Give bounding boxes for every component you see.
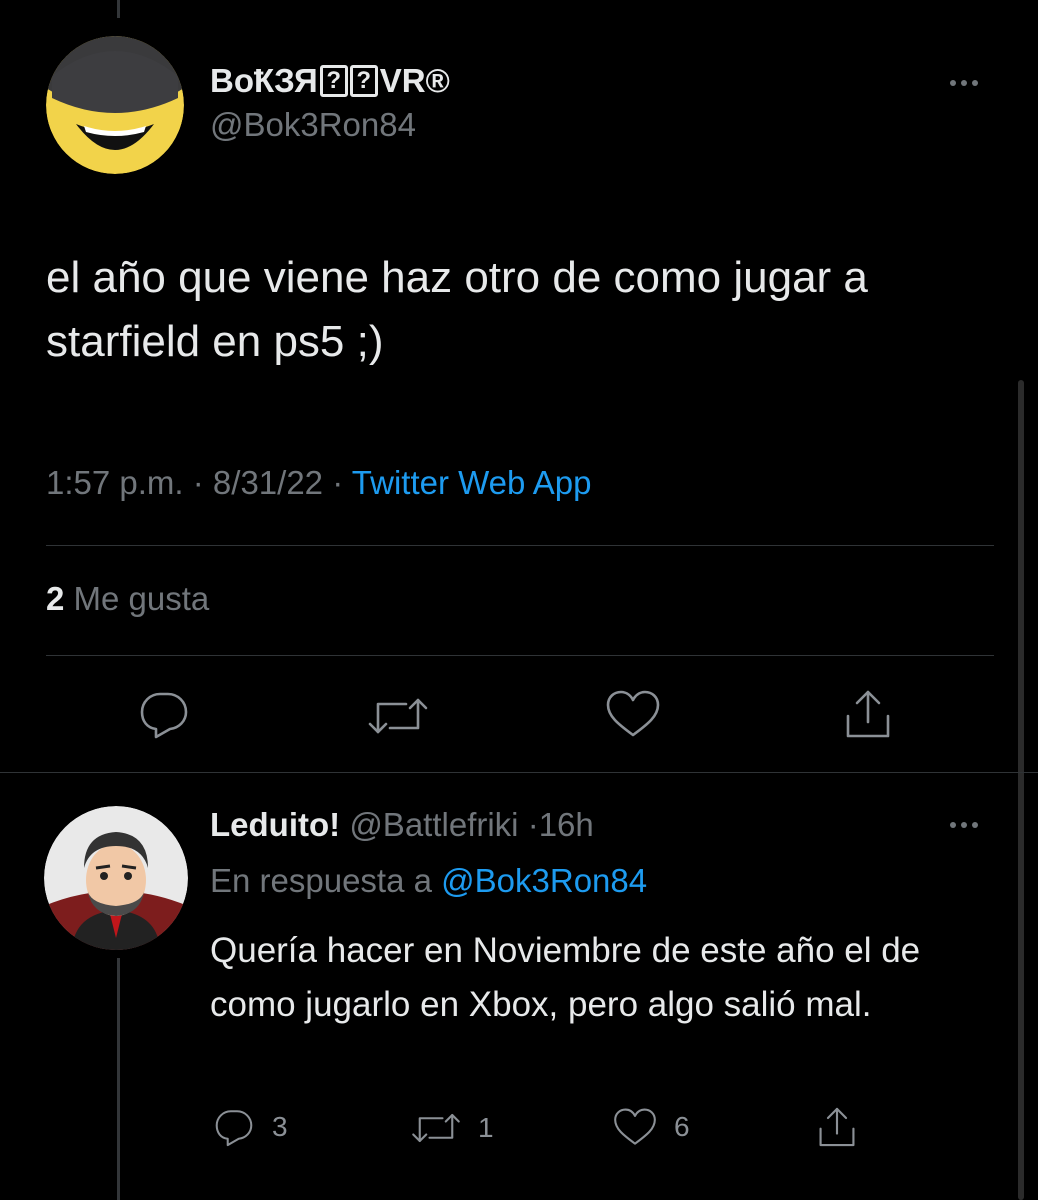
reply-avatar[interactable] xyxy=(44,806,188,950)
reply-mention-link[interactable]: @Bok3Ron84 xyxy=(441,862,647,899)
more-options-icon[interactable] xyxy=(950,822,978,828)
thread-line xyxy=(117,0,120,18)
tweet-source-link[interactable]: Twitter Web App xyxy=(352,464,592,501)
tweet-text: el año que viene haz otro de como jugar … xyxy=(46,253,868,366)
divider xyxy=(46,545,994,546)
tweet-author[interactable]: BoҞЗЯ ? ? VR® @Bok3Ron84 xyxy=(210,62,450,144)
like-button[interactable] xyxy=(604,688,662,740)
meta-separator: · xyxy=(192,464,204,501)
reply-button[interactable]: 3 xyxy=(212,1106,288,1148)
scrollbar[interactable] xyxy=(1018,380,1024,1200)
reply-icon xyxy=(215,1110,253,1147)
thread-line xyxy=(117,958,120,1200)
tweet-meta: 1:57 p.m. · 8/31/22 · Twitter Web App xyxy=(46,464,591,502)
more-options-icon[interactable] xyxy=(950,80,978,86)
likes-count: 2 xyxy=(46,580,65,617)
retweet-icon xyxy=(412,1113,460,1143)
tweet-date[interactable]: 8/31/22 xyxy=(213,464,323,501)
like-icon xyxy=(614,1108,656,1145)
section-divider xyxy=(0,772,1038,773)
meta-separator: · xyxy=(332,464,344,501)
like-icon xyxy=(606,690,660,737)
smiley-avatar-image xyxy=(46,36,184,174)
like-button[interactable]: 6 xyxy=(612,1106,690,1148)
reply-author[interactable]: Leduito! @Battlefriki ·16h xyxy=(210,806,594,844)
retweet-button[interactable]: 1 xyxy=(410,1108,494,1148)
unknown-glyph-icon: ? xyxy=(319,65,348,97)
retweet-icon xyxy=(368,698,428,734)
reply-button[interactable] xyxy=(136,688,192,740)
reply-time[interactable]: 16h xyxy=(539,806,594,843)
reply-handle[interactable]: @Battlefriki xyxy=(349,806,518,843)
reply-prefix: En respuesta a xyxy=(210,862,432,899)
reply-count: 3 xyxy=(272,1111,288,1142)
unknown-glyph-icon: ? xyxy=(349,65,378,97)
reply-context: En respuesta a @Bok3Ron84 xyxy=(210,862,647,900)
avatar[interactable] xyxy=(46,36,184,174)
author-display-name[interactable]: BoҞЗЯ ? ? VR® xyxy=(210,62,450,100)
reply-display-name[interactable]: Leduito! xyxy=(210,806,340,843)
display-name-suffix: VR® xyxy=(379,62,450,99)
meta-separator: · xyxy=(527,806,539,843)
like-count: 6 xyxy=(674,1111,690,1142)
cartoon-avatar-image xyxy=(44,806,188,950)
likes-label: Me gusta xyxy=(73,580,210,617)
reply-text: Quería hacer en Noviembre de este año el… xyxy=(210,931,921,1024)
divider xyxy=(46,655,994,656)
retweet-button[interactable] xyxy=(366,692,430,740)
share-button[interactable] xyxy=(840,686,896,742)
retweet-count: 1 xyxy=(478,1112,494,1143)
share-icon xyxy=(819,1107,855,1147)
likes-summary[interactable]: 2 Me gusta xyxy=(46,580,209,618)
tweet-time[interactable]: 1:57 p.m. xyxy=(46,464,184,501)
reply-icon xyxy=(140,692,188,739)
display-name-text: BoҞЗЯ xyxy=(210,62,318,99)
share-button[interactable] xyxy=(814,1104,860,1150)
author-handle[interactable]: @Bok3Ron84 xyxy=(210,106,450,144)
share-icon xyxy=(846,690,890,738)
